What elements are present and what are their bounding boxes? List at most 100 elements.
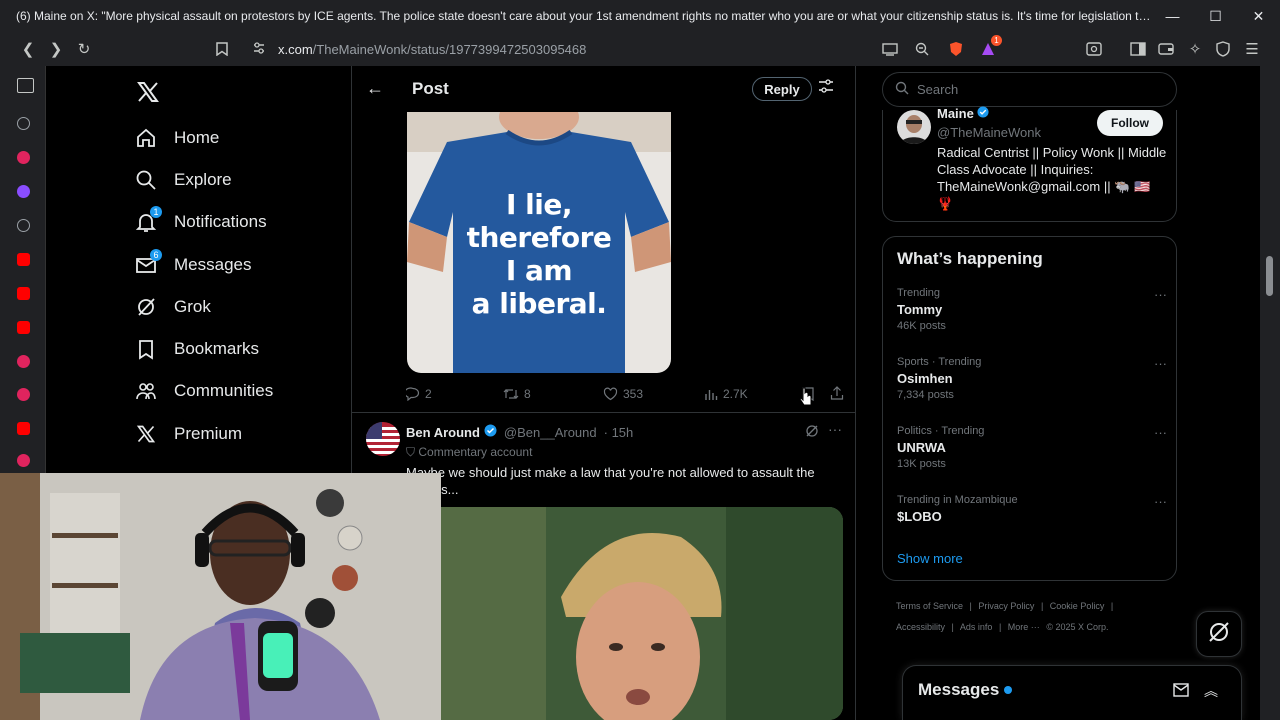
page-scrollbar[interactable] xyxy=(1260,66,1280,720)
reply-author[interactable]: Ben Around @Ben__Around · 15h xyxy=(406,424,633,440)
repost-icon xyxy=(503,389,519,399)
bookmark-icon xyxy=(134,337,158,361)
site-settings-icon[interactable] xyxy=(252,41,266,60)
screenshot-icon[interactable] xyxy=(1080,35,1108,63)
footer-link[interactable]: More ··· xyxy=(1008,622,1040,632)
shirt-slogan: I lie, therefore I am a liberal. xyxy=(466,188,612,320)
trend-item[interactable]: Politics · Trending UNRWA 13K posts ··· xyxy=(897,425,1167,470)
nav-messages[interactable]: 6 Messages xyxy=(134,247,251,283)
zoom-icon[interactable] xyxy=(908,35,936,63)
side-shortcut-icon[interactable] xyxy=(17,355,30,368)
bookmark-page-icon[interactable] xyxy=(208,35,236,63)
scroll-thumb[interactable] xyxy=(1266,256,1273,296)
messages-drawer[interactable]: Messages ︽ xyxy=(902,665,1242,720)
vpn-shield-icon[interactable] xyxy=(1209,35,1237,63)
shield-icon: ⛉ xyxy=(406,445,416,459)
grok-button[interactable] xyxy=(1196,611,1242,657)
side-shortcut-icon[interactable] xyxy=(17,454,30,467)
avatar[interactable] xyxy=(366,422,400,456)
footer-link[interactable]: Cookie Policy xyxy=(1050,601,1105,611)
tab-title[interactable]: (6) Maine on X: "More physical assault o… xyxy=(0,9,1151,23)
nav-grok[interactable]: Grok xyxy=(134,289,211,325)
footer-link[interactable]: Accessibility xyxy=(896,622,945,632)
avatar[interactable] xyxy=(897,110,931,144)
profile-bio: Radical Centrist || Policy Wonk || Middl… xyxy=(937,145,1167,211)
youtube-icon[interactable] xyxy=(17,422,30,435)
views-icon xyxy=(705,390,718,400)
search-icon xyxy=(134,168,158,192)
webcam-overlay xyxy=(0,473,441,720)
more-icon[interactable]: ··· xyxy=(1154,494,1167,509)
grok-explain-icon[interactable] xyxy=(805,424,819,443)
trends-card: What’s happening Trending Tommy 46K post… xyxy=(882,236,1177,581)
youtube-icon[interactable] xyxy=(17,287,30,300)
reply-button[interactable]: Reply xyxy=(752,77,812,101)
page-title: Post xyxy=(412,79,449,98)
x-logo-icon[interactable] xyxy=(136,80,160,104)
more-icon[interactable]: ··· xyxy=(1154,425,1167,440)
post-image[interactable]: I lie, therefore I am a liberal. xyxy=(407,112,671,373)
like-action[interactable]: 353 xyxy=(603,387,643,401)
profile-card: Maine @TheMaineWonk Follow Radical Centr… xyxy=(882,106,1177,222)
nav-notifications[interactable]: 1 Notifications xyxy=(134,204,267,240)
trend-item[interactable]: Trending Tommy 46K posts ··· xyxy=(897,287,1167,332)
reply-image[interactable] xyxy=(406,507,843,720)
brave-shield-icon[interactable] xyxy=(942,35,970,63)
back-arrow-icon[interactable]: ← xyxy=(366,78,384,99)
maximize-button[interactable]: ☐ xyxy=(1194,0,1237,32)
share-action[interactable] xyxy=(830,386,844,400)
forward-icon[interactable]: ❯ xyxy=(42,35,70,63)
show-more-link[interactable]: Show more xyxy=(897,551,963,566)
nav-home[interactable]: Home xyxy=(134,120,219,156)
trend-item[interactable]: Trending in Mozambique $LOBO ··· xyxy=(897,494,1167,524)
filter-icon[interactable] xyxy=(818,78,834,99)
more-icon[interactable]: ··· xyxy=(828,421,842,437)
nav-premium[interactable]: Premium xyxy=(134,416,242,452)
reload-icon[interactable]: ↻ xyxy=(70,35,98,63)
nav-communities[interactable]: Communities xyxy=(134,373,273,409)
rewards-icon[interactable]: 1 xyxy=(974,35,1002,63)
side-shortcut-icon[interactable] xyxy=(17,117,30,130)
sidebar-toggle-icon[interactable] xyxy=(1124,35,1152,63)
side-shortcut-icon[interactable] xyxy=(17,151,30,164)
side-shortcut-icon[interactable] xyxy=(17,219,30,232)
side-shortcut-icon[interactable] xyxy=(17,185,30,198)
url-text[interactable]: x.com/TheMaineWonk/status/19773994725030… xyxy=(278,42,586,57)
views-action[interactable]: 2.7K xyxy=(704,387,748,401)
side-shortcut-icon[interactable] xyxy=(17,388,30,401)
footer-link[interactable]: Terms of Service xyxy=(896,601,963,611)
trend-item[interactable]: Sports · Trending Osimhen 7,334 posts ··… xyxy=(897,356,1167,401)
back-icon[interactable]: ❮ xyxy=(14,35,42,63)
profile-handle[interactable]: @TheMaineWonk xyxy=(937,125,1041,140)
profile-name[interactable]: Maine xyxy=(937,106,990,121)
footer-link[interactable]: Privacy Policy xyxy=(978,601,1034,611)
leo-ai-icon[interactable]: ✧ xyxy=(1181,35,1209,63)
new-message-icon[interactable] xyxy=(1173,683,1189,702)
expand-icon[interactable]: ︽ xyxy=(1204,681,1218,701)
footer-link[interactable]: Ads info xyxy=(960,622,993,632)
more-icon[interactable]: ··· xyxy=(1154,356,1167,371)
more-icon[interactable]: ··· xyxy=(1154,287,1167,302)
youtube-icon[interactable] xyxy=(17,321,30,334)
reply-action[interactable]: 2 xyxy=(406,387,432,401)
wallet-icon[interactable] xyxy=(1152,35,1180,63)
search-input[interactable]: Search xyxy=(882,72,1177,107)
heart-icon xyxy=(603,387,618,401)
menu-icon[interactable]: ☰ xyxy=(1238,35,1266,63)
verified-icon xyxy=(484,424,497,440)
nav-explore[interactable]: Explore xyxy=(134,162,232,198)
cast-icon[interactable] xyxy=(876,35,904,63)
youtube-icon[interactable] xyxy=(17,253,30,266)
follow-button[interactable]: Follow xyxy=(1097,110,1163,136)
repost-action[interactable]: 8 xyxy=(503,387,531,401)
right-sidebar: Search Maine @TheMaineWonk Follow Radica… xyxy=(856,66,1260,720)
window-titlebar: (6) Maine on X: "More physical assault o… xyxy=(0,0,1280,32)
nav-label: Messages xyxy=(174,255,252,274)
panel-toggle-icon[interactable] xyxy=(17,78,34,93)
browser-toolbar: ❮ ❯ ↻ x.com/TheMaineWonk/status/19773994… xyxy=(0,32,1280,66)
nav-bookmarks[interactable]: Bookmarks xyxy=(134,331,259,367)
grok-icon xyxy=(1207,620,1231,649)
minimize-button[interactable]: — xyxy=(1151,0,1194,32)
home-icon xyxy=(134,126,158,150)
close-window-button[interactable]: ✕ xyxy=(1237,0,1280,32)
